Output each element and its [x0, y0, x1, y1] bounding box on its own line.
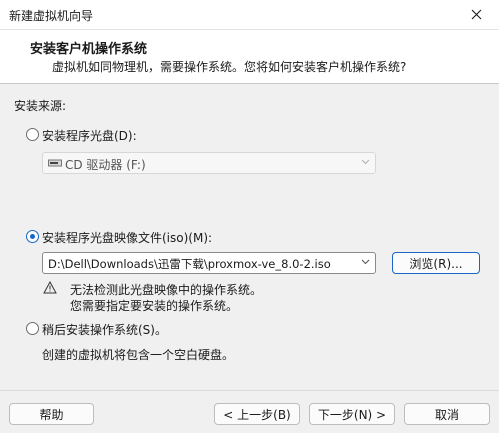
- close-icon: [471, 9, 481, 20]
- iso-image-label[interactable]: 安装程序光盘映像文件(iso)(M):: [42, 229, 212, 246]
- warning-line-1: 无法检测此光盘映像中的操作系统。: [70, 283, 263, 297]
- iso-path-value: D:\Dell\Downloads\迅雷下载\proxmox-ve_8.0-2.…: [48, 257, 331, 271]
- cd-drive-select[interactable]: CD 驱动器 (F:): [42, 152, 376, 174]
- source-label: 安装来源:: [14, 99, 67, 113]
- header-title: 安装客户机操作系统: [30, 42, 148, 57]
- radio-installer-disc[interactable]: [26, 128, 39, 141]
- warning-line-2: 您需要指定要安装的操作系统。: [70, 299, 239, 313]
- help-button[interactable]: 帮助: [9, 403, 94, 425]
- chevron-down-icon: [361, 159, 370, 165]
- radio-install-later[interactable]: [26, 322, 39, 335]
- back-button[interactable]: < 上一步(B): [214, 403, 300, 425]
- install-later-label[interactable]: 稍后安装操作系统(S)。: [42, 321, 167, 338]
- close-button[interactable]: [453, 0, 499, 29]
- warning-triangle-icon: [43, 281, 57, 294]
- next-button[interactable]: 下一步(N) >: [309, 403, 395, 425]
- wizard-header: 安装客户机操作系统 虚拟机如同物理机，需要操作系统。您将如何安装客户机操作系统?: [0, 30, 499, 84]
- window-title: 新建虚拟机向导: [9, 9, 94, 23]
- install-later-note: 创建的虚拟机将包含一个空白硬盘。: [42, 348, 235, 362]
- cancel-button[interactable]: 取消: [404, 403, 490, 425]
- iso-path-input[interactable]: D:\Dell\Downloads\迅雷下载\proxmox-ve_8.0-2.…: [42, 252, 376, 274]
- installer-disc-label[interactable]: 安装程序光盘(D):: [42, 127, 137, 144]
- footer-divider: [0, 390, 499, 391]
- browse-button[interactable]: 浏览(R)...: [392, 252, 480, 274]
- cd-drive-icon: [48, 159, 62, 167]
- radio-iso-image[interactable]: [26, 230, 39, 243]
- cd-drive-value: CD 驱动器 (F:): [65, 158, 146, 172]
- header-subtitle: 虚拟机如同物理机，需要操作系统。您将如何安装客户机操作系统?: [52, 60, 407, 74]
- chevron-down-icon: [361, 259, 370, 265]
- title-bar: 新建虚拟机向导: [0, 0, 499, 30]
